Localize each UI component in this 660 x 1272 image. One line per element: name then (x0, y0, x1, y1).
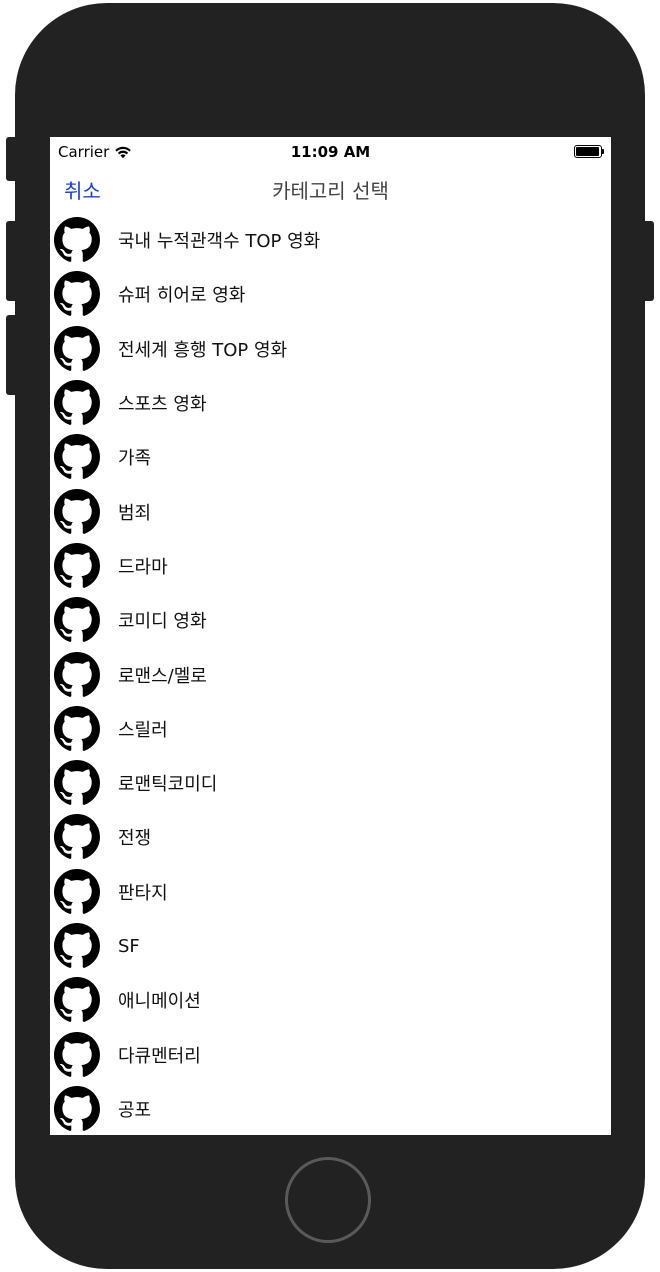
status-bar: Carrier 11:09 AM (50, 137, 611, 165)
github-octocat-icon (54, 380, 100, 426)
github-octocat-icon (54, 977, 100, 1023)
category-label: 로맨스/멜로 (118, 665, 207, 687)
github-octocat-icon (54, 1085, 100, 1132)
github-octocat-icon (54, 271, 100, 317)
category-label: 전세계 흥행 TOP 영화 (118, 339, 288, 361)
category-label: 스릴러 (118, 719, 168, 741)
navigation-bar: 취소 카테고리 선택 (50, 165, 611, 213)
github-octocat-icon (54, 868, 100, 915)
category-row-15[interactable]: 애니메이션 (50, 973, 611, 1027)
category-row-1[interactable]: 국내 누적관객수 TOP 영화 (50, 213, 611, 267)
category-label: SF (118, 935, 140, 957)
github-octocat-icon (54, 542, 100, 589)
category-label: 코미디 영화 (118, 611, 207, 633)
category-row-13[interactable]: 판타지 (50, 865, 611, 919)
category-label: 슈퍼 히어로 영화 (118, 285, 246, 307)
screen: Carrier 11:09 AM 취소 카테고리 선택 국내 누적관객수 TOP… (50, 137, 611, 1135)
category-row-4[interactable]: 스포츠 영화 (50, 376, 611, 430)
category-label: 전쟁 (118, 828, 152, 850)
category-row-5[interactable]: 가족 (50, 430, 611, 484)
category-label: 애니메이션 (118, 991, 201, 1013)
category-label: 판타지 (118, 882, 168, 904)
github-octocat-icon (54, 1031, 100, 1078)
github-octocat-icon (54, 705, 100, 752)
category-row-12[interactable]: 전쟁 (50, 810, 611, 864)
github-octocat-icon (54, 488, 100, 535)
github-octocat-icon (54, 597, 100, 643)
category-label: 로맨틱코미디 (118, 774, 218, 796)
category-label: 국내 누적관객수 TOP 영화 (118, 231, 321, 253)
category-row-10[interactable]: 스릴러 (50, 702, 611, 756)
github-octocat-icon (54, 325, 100, 372)
category-row-2[interactable]: 슈퍼 히어로 영화 (50, 267, 611, 321)
page-title: 카테고리 선택 (272, 179, 389, 203)
github-octocat-icon (54, 217, 100, 263)
category-label: 다큐멘터리 (118, 1045, 201, 1067)
category-label: 드라마 (118, 556, 168, 578)
category-row-3[interactable]: 전세계 흥행 TOP 영화 (50, 322, 611, 376)
category-list: 국내 누적관객수 TOP 영화 슈퍼 히어로 영화 전세계 흥행 TOP 영화 … (50, 213, 611, 1135)
home-button[interactable] (285, 1157, 371, 1243)
github-octocat-icon (54, 814, 100, 860)
github-octocat-icon (54, 434, 100, 480)
github-octocat-icon (54, 923, 100, 969)
category-row-6[interactable]: 범죄 (50, 484, 611, 538)
github-octocat-icon (54, 651, 100, 698)
category-label: 공포 (118, 1099, 152, 1121)
category-row-9[interactable]: 로맨스/멜로 (50, 647, 611, 701)
category-row-11[interactable]: 로맨틱코미디 (50, 756, 611, 810)
battery-full-icon (574, 145, 604, 158)
category-row-16[interactable]: 다큐멘터리 (50, 1027, 611, 1081)
category-label: 가족 (118, 448, 152, 470)
status-time: 11:09 AM (290, 143, 371, 161)
category-label: 범죄 (118, 502, 152, 524)
category-label: 스포츠 영화 (118, 394, 207, 416)
github-octocat-icon (54, 760, 100, 806)
category-row-8[interactable]: 코미디 영화 (50, 593, 611, 647)
category-row-17[interactable]: 공포 (50, 1082, 611, 1135)
category-row-14[interactable]: SF (50, 919, 611, 973)
category-row-7[interactable]: 드라마 (50, 539, 611, 593)
